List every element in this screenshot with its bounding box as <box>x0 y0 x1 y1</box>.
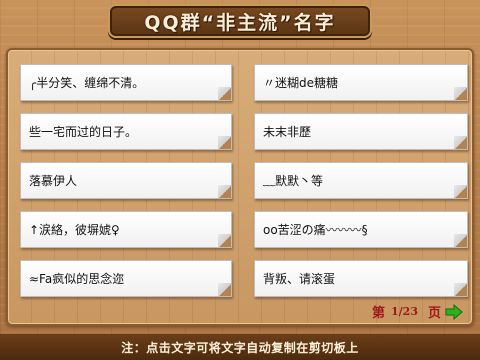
title-plaque: QQ群“非主流”名字 <box>108 4 372 38</box>
name-card-left-1[interactable]: ╭半分笑、缠绵不清。 <box>20 64 232 101</box>
name-card-right-2[interactable]: 未末非歷 <box>254 113 468 150</box>
name-card-left-4[interactable]: ↑涙絡，彼塀婋♀ <box>20 211 232 248</box>
name-card-left-3[interactable]: 落慕伊人 <box>20 162 232 199</box>
name-card-left-2[interactable]: 些一宅而过的日子。 <box>20 113 232 150</box>
footer-note: 注：点击文字可将文字自动复制在剪切板上 <box>121 340 359 355</box>
page-title: QQ群“非主流”名字 <box>144 11 336 34</box>
pager-prefix: 第 <box>372 306 386 321</box>
page-number: 1/23 <box>391 305 418 318</box>
name-card-right-5[interactable]: 背叛、请滚蛋 <box>254 260 468 297</box>
footer-bar: 注：点击文字可将文字自动复制在剪切板上 <box>0 334 480 360</box>
name-card-right-3[interactable]: ﹏默默丶等 <box>254 162 468 199</box>
pager-suffix: 页 <box>428 306 442 321</box>
name-card-right-4[interactable]: oo苦涩の痛〰〰〰§ <box>254 211 468 248</box>
next-page-arrow-icon[interactable] <box>445 303 463 320</box>
name-card-left-5[interactable]: ≈Fa疯似的思念迩 <box>20 260 232 297</box>
pager: 第 1/23 页 <box>372 302 463 321</box>
name-card-right-1[interactable]: 〃迷糊de糖糖 <box>254 64 468 101</box>
